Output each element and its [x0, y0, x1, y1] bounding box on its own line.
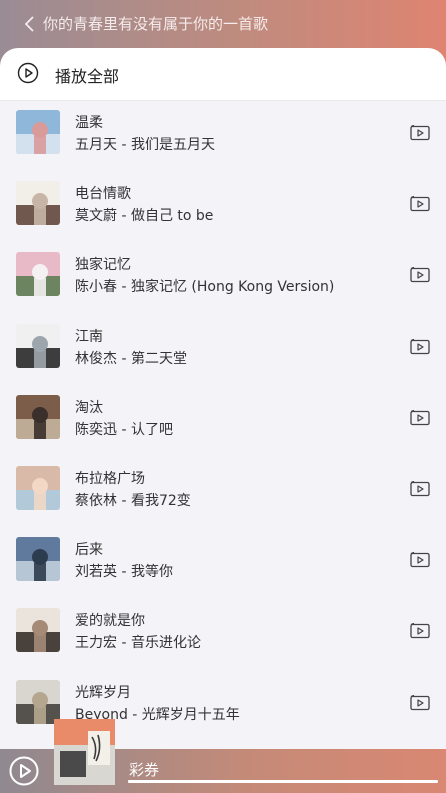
- mv-play-icon[interactable]: [410, 125, 430, 141]
- song-title: 布拉格广场: [75, 470, 145, 487]
- song-artist-album: 蔡依林 - 看我72变: [75, 492, 191, 509]
- album-cover: [16, 608, 60, 653]
- mv-play-icon[interactable]: [410, 480, 430, 497]
- mv-play-icon[interactable]: [410, 623, 430, 639]
- player-track-title: 彩券: [129, 761, 160, 779]
- song-artist-album: 陈小春 - 独家记忆 (Hong Kong Version): [75, 279, 335, 296]
- mv-play-icon[interactable]: [410, 338, 430, 355]
- album-cover: [16, 394, 60, 439]
- song-artist-album: 五月天 - 我们是五月天: [75, 137, 215, 153]
- playback-progress-bar[interactable]: [128, 780, 438, 783]
- song-artist-album: 刘若英 - 我等你: [75, 564, 173, 581]
- album-cover: [16, 465, 60, 510]
- album-cover: [16, 537, 60, 582]
- song-artist-album: 林俊杰 - 第二天堂: [75, 350, 187, 367]
- album-cover: [16, 252, 60, 297]
- album-cover: [16, 110, 60, 154]
- song-row[interactable]: 电台情歌莫文蔚 - 做自己 to be: [0, 168, 446, 239]
- mv-play-icon[interactable]: [410, 196, 430, 212]
- song-title: 电台情歌: [75, 186, 131, 203]
- mv-play-icon[interactable]: [410, 694, 430, 711]
- play-all-label[interactable]: 播放全部: [55, 63, 119, 87]
- song-title: 温柔: [75, 115, 103, 131]
- song-row[interactable]: 布拉格广场蔡依林 - 看我72变: [0, 453, 446, 524]
- song-artist-album: 陈奕迅 - 认了吧: [75, 421, 173, 438]
- song-title: 淘汰: [75, 399, 103, 416]
- song-list: 温柔 五月天 - 我们是五月天 电台情歌 莫文蔚 - 做自己 to be 独家记忆 陈小春…: [0, 97, 446, 738]
- song-row[interactable]: 江南林俊杰 - 第二天堂: [0, 311, 446, 382]
- song-row[interactable]: 爱的就是你王力宏 - 音乐进化论: [0, 595, 446, 666]
- album-cover: [16, 181, 60, 226]
- player-album-cover[interactable]: [54, 719, 115, 785]
- song-title: 爱的就是你: [75, 613, 145, 630]
- header-bar: 你的青春里有没有属于你的一首歌: [0, 0, 446, 48]
- player-play-icon[interactable]: [9, 756, 39, 786]
- song-artist-album: 莫文蔚 - 做自己 to be: [75, 208, 214, 225]
- playlist-title: 你的青春里有没有属于你的一首歌: [43, 15, 269, 33]
- mv-play-icon[interactable]: [410, 267, 430, 283]
- song-row[interactable]: 淘汰陈奕迅 - 认了吧: [0, 382, 446, 453]
- mv-play-icon[interactable]: [410, 409, 430, 426]
- album-cover: [16, 679, 60, 724]
- song-artist-album: 王力宏 - 音乐进化论: [75, 635, 201, 652]
- album-cover: [16, 323, 60, 368]
- play-circle-icon[interactable]: [17, 62, 39, 84]
- song-title: 独家记忆: [75, 257, 131, 274]
- song-title: 江南: [75, 328, 103, 345]
- playback-progress-fill: [128, 780, 438, 783]
- song-title: 光辉岁月: [75, 684, 131, 701]
- song-title: 后来: [75, 542, 103, 559]
- song-row[interactable]: 温柔五月天 - 我们是五月天: [0, 97, 446, 168]
- play-all-bar[interactable]: 播放全部: [0, 48, 446, 101]
- song-row[interactable]: 独家记忆陈小春 - 独家记忆 (Hong Kong Version): [0, 239, 446, 310]
- song-row[interactable]: 后来刘若英 - 我等你: [0, 524, 446, 595]
- mv-play-icon[interactable]: [410, 552, 430, 568]
- back-arrow-icon[interactable]: [20, 14, 40, 34]
